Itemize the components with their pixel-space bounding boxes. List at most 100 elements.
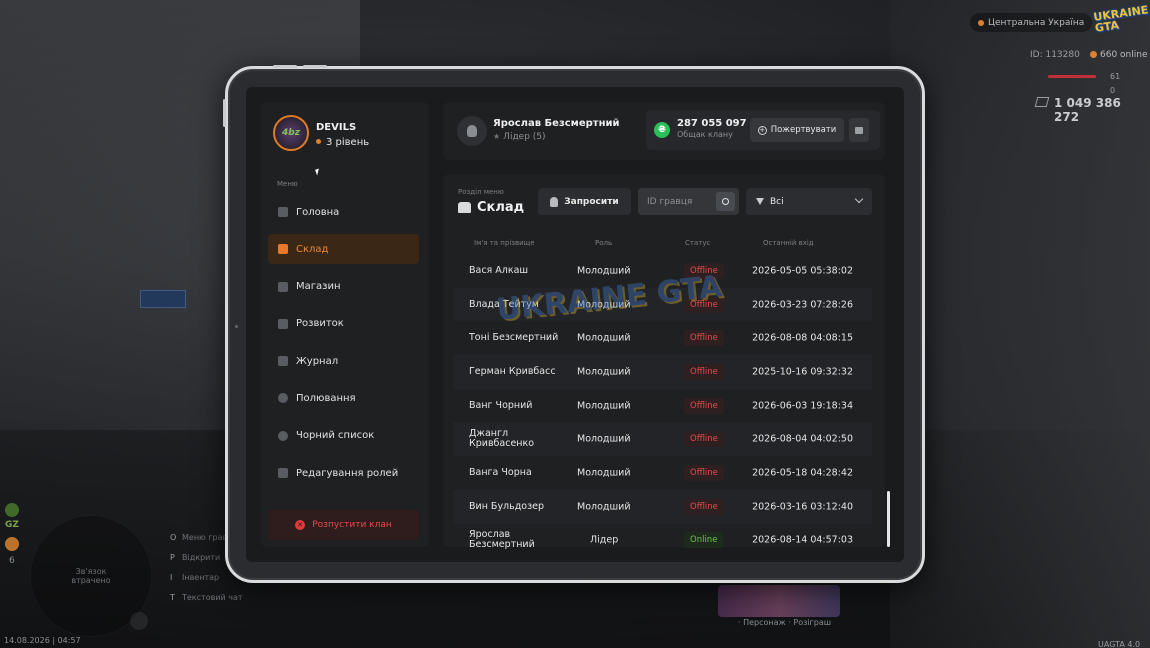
invite-button[interactable]: Запросити — [538, 188, 631, 215]
status-badge: Offline — [684, 397, 724, 414]
tablet-camera — [235, 325, 238, 328]
currency-icon: ₴ — [654, 122, 670, 138]
menu-item-blacklist[interactable]: Чорний список — [268, 421, 419, 451]
search-icon — [722, 198, 729, 205]
bank-amount: 287 055 097 — [677, 118, 747, 129]
table-row[interactable]: Вин Бульдозер Молодший Offline 2026-03-1… — [453, 489, 872, 524]
menu-item-hunting[interactable]: Полювання — [268, 383, 419, 413]
menu-item-roles[interactable]: Редагування ролей — [268, 458, 419, 488]
column-header: Останній вхід — [763, 239, 814, 247]
table-row[interactable]: Вася Алкаш Молодший Offline 2026-05-05 0… — [453, 254, 872, 288]
status-badge: Online — [684, 532, 724, 549]
clan-bank: ₴ 287 055 097 Общак клану + Пожертвувати — [646, 110, 880, 150]
menu-item-shop[interactable]: Магазин — [268, 272, 419, 302]
clan-header: Ярослав Безсмертний Лідер (5) ₴ 287 055 … — [443, 102, 885, 160]
table-header: Ім'я та прізвище Роль Статус Останній вх… — [458, 239, 872, 251]
hud-datetime: 14.08.2026 | 04:57 — [4, 636, 81, 645]
menu-item-journal[interactable]: Журнал — [268, 346, 419, 376]
bank-label: Общак клану — [677, 130, 733, 139]
search-button[interactable] — [716, 192, 735, 211]
tablet-side-button — [223, 99, 226, 127]
table-row[interactable]: Ванга Чорна Молодший Offline 2026-05-18 … — [453, 456, 872, 490]
table-row[interactable]: Ярослав Безсмертний Лідер Online 2026-08… — [453, 524, 872, 558]
tablet-button — [273, 65, 297, 68]
box-icon — [855, 126, 863, 134]
section-caption: Розділ меню — [458, 188, 504, 196]
disband-clan-button[interactable]: ✕ Розпустити клан — [268, 510, 419, 540]
clan-sidebar: 4bz DEVILS 3 рівень Меню Головна Склад М… — [261, 102, 429, 547]
hud-health: 61 — [1110, 72, 1121, 81]
clan-logo: 4bz — [273, 115, 309, 151]
chevron-down-icon — [854, 194, 864, 204]
minimap-status: Зв'язок втрачено — [71, 567, 111, 585]
close-circle-icon: ✕ — [295, 520, 306, 530]
player-search — [638, 188, 739, 215]
side-status-icon — [5, 503, 19, 517]
donate-button[interactable]: + Пожертвувати — [750, 118, 844, 142]
online-icon — [1090, 51, 1097, 58]
table-row[interactable]: Влада Тейтум Молодший Offline 2026-03-23… — [453, 287, 872, 322]
leader-name: Ярослав Безсмертний — [493, 118, 620, 129]
microphone-icon — [130, 612, 148, 630]
clan-tablet: 4bz DEVILS 3 рівень Меню Головна Склад М… — [223, 65, 925, 583]
user-plus-icon — [550, 196, 559, 207]
table-row[interactable]: Тоні Безсмертний Молодший Offline 2026-0… — [453, 321, 872, 355]
hud-version: UAGTA 4.0 — [1098, 640, 1141, 648]
hud-online-label: 660 online — [1100, 50, 1148, 60]
promo-banner — [718, 585, 840, 617]
menu-item-home[interactable]: Головна — [268, 197, 419, 227]
plus-circle-icon: + — [757, 125, 767, 135]
table-row[interactable]: Джангл Кривбасенко Молодший Offline 2026… — [453, 422, 872, 457]
status-badge: Offline — [684, 431, 724, 448]
region-icon — [978, 19, 984, 26]
health-bar — [1048, 75, 1096, 78]
avatar — [457, 116, 487, 146]
status-badge: Offline — [684, 330, 724, 347]
members-panel: Розділ меню Склад Запросити Всі Ім'я та … — [443, 174, 885, 550]
table-scrollbar[interactable] — [887, 491, 890, 547]
side-badge-icon — [5, 537, 19, 551]
hud-region: Центральна Україна — [970, 13, 1093, 32]
leader-role: Лідер (5) — [493, 132, 545, 142]
hud-gz: GZ — [5, 520, 19, 530]
table-row[interactable]: Ванг Чорний Молодший Offline 2026-06-03 … — [453, 389, 872, 423]
members-table: Вася Алкаш Молодший Offline 2026-05-05 0… — [453, 254, 872, 557]
player-id-input[interactable] — [638, 196, 712, 207]
hud-region-label: Центральна Україна — [988, 17, 1085, 28]
status-badge: Offline — [684, 262, 724, 279]
status-badge: Offline — [684, 498, 724, 515]
book-icon — [278, 356, 288, 367]
hud-online: 660 online — [1090, 50, 1148, 60]
background-screen — [140, 290, 186, 308]
hud-player-id: ID: 113280 — [1030, 50, 1080, 60]
clan-name: DEVILS — [316, 122, 357, 133]
promo-caption: · Персонаж · Розіграш — [738, 618, 832, 627]
role-filter-select[interactable]: Всі — [746, 188, 872, 215]
clan-menu: Головна Склад Магазин Розвиток Журнал По… — [268, 197, 419, 495]
status-badge: Offline — [684, 296, 724, 313]
filter-icon — [756, 198, 764, 205]
clan-level: 3 рівень — [316, 137, 369, 148]
tablet-button — [303, 65, 327, 68]
menu-item-members[interactable]: Склад — [268, 234, 419, 265]
shop-icon — [278, 281, 288, 292]
hint-item: P Відкрити — [170, 553, 221, 562]
members-icon — [278, 244, 288, 255]
bank-storage-button[interactable] — [849, 118, 869, 142]
menu-item-development[interactable]: Розвиток — [268, 309, 419, 339]
column-header: Ім'я та прізвище — [474, 239, 535, 247]
hint-item: T Текстовий чат — [170, 593, 243, 602]
hud-money: 1 049 386 272 — [1054, 96, 1121, 124]
column-header: Статус — [685, 239, 711, 247]
user-edit-icon — [278, 468, 288, 479]
table-row[interactable]: Герман Кривбасс Молодший Offline 2025-10… — [453, 355, 872, 389]
menu-label: Меню — [277, 180, 298, 188]
page-title: Склад — [458, 200, 524, 215]
chart-icon — [278, 318, 288, 329]
user-icon — [467, 125, 477, 137]
status-badge: Offline — [684, 363, 724, 380]
home-icon — [278, 207, 288, 217]
target-icon — [278, 393, 288, 404]
tablet-screen: 4bz DEVILS 3 рівень Меню Головна Склад М… — [246, 87, 904, 562]
members-icon — [458, 202, 471, 213]
